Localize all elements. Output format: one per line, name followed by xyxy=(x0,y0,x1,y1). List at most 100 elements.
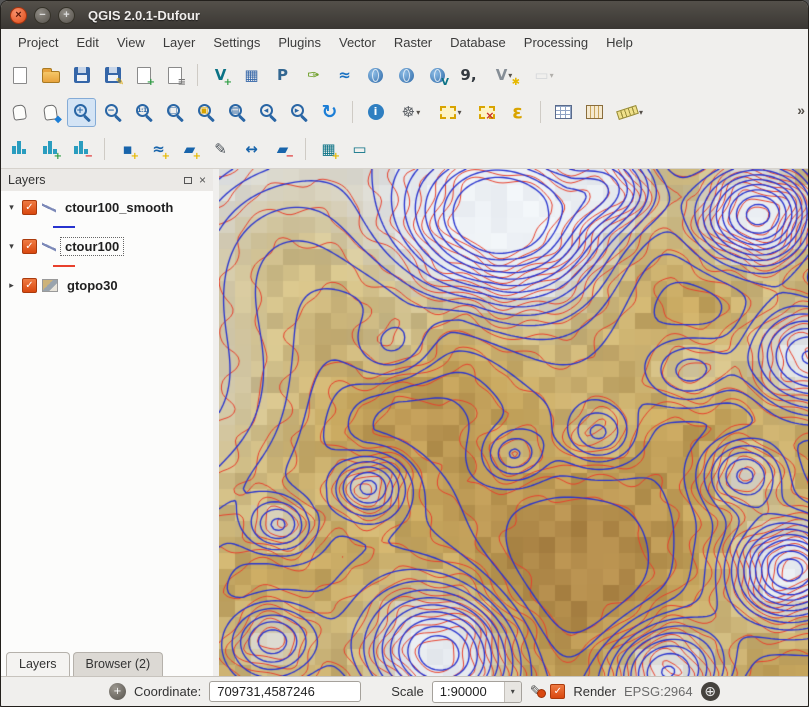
layer-visibility-checkbox[interactable]: ✓ xyxy=(22,200,37,215)
toolbar-separator xyxy=(305,138,306,160)
run-feature-action-dropdown[interactable]: ▾ xyxy=(416,108,420,117)
capture-line-button[interactable]: ≈+ xyxy=(144,135,173,164)
full-cumulative-cut-stretch-button[interactable]: + xyxy=(36,135,65,164)
close-panel-button[interactable]: × xyxy=(199,174,206,186)
menu-project[interactable]: Project xyxy=(9,31,67,54)
field-calculator-icon xyxy=(586,105,603,119)
layer-name-ctour100-smooth[interactable]: ctour100_smooth xyxy=(61,199,177,216)
titlebar[interactable]: × − + QGIS 2.0.1-Dufour xyxy=(1,1,808,29)
new-print-composer-button[interactable]: + xyxy=(129,61,158,90)
field-calculator-button[interactable] xyxy=(580,98,609,127)
measure-line-button[interactable]: ▾ xyxy=(611,98,649,127)
crs-status-icon[interactable]: ⊕ xyxy=(701,682,720,701)
measure-line-dropdown[interactable]: ▾ xyxy=(639,108,643,117)
add-raster-layer-button[interactable]: ▦ xyxy=(237,61,266,90)
add-mssql-layer-button[interactable]: ≈ xyxy=(330,61,359,90)
layer-row-gtopo30[interactable]: ▸ ✓ gtopo30 xyxy=(1,274,213,297)
stop-rendering-icon[interactable]: ✎ xyxy=(530,684,543,699)
layer-name-ctour100[interactable]: ctour100 xyxy=(61,238,123,255)
zoom-native-button[interactable]: 1:1 xyxy=(129,98,158,127)
expander-icon[interactable]: ▾ xyxy=(6,242,17,252)
layer-name-gtopo30[interactable]: gtopo30 xyxy=(63,277,122,294)
stretch-histogram-to-dataset-button[interactable]: − xyxy=(67,135,96,164)
layer-visibility-checkbox[interactable]: ✓ xyxy=(22,239,37,254)
pan-to-selection-button[interactable]: ◆ xyxy=(36,98,65,127)
delete-selected-button[interactable]: ▰− xyxy=(268,135,297,164)
zoom-in-button[interactable]: + xyxy=(67,98,96,127)
menu-settings[interactable]: Settings xyxy=(204,31,269,54)
menu-plugins[interactable]: Plugins xyxy=(269,31,330,54)
coordinate-input[interactable] xyxy=(209,681,361,702)
zoom-out-button[interactable]: − xyxy=(98,98,127,127)
menu-processing[interactable]: Processing xyxy=(515,31,597,54)
map-canvas[interactable] xyxy=(219,169,808,676)
capture-point-button[interactable]: ▪+ xyxy=(113,135,142,164)
render-checkbox[interactable]: ✓ xyxy=(550,684,565,699)
scale-combobox[interactable]: 1:90000 ▾ xyxy=(432,681,522,703)
menu-raster[interactable]: Raster xyxy=(385,31,441,54)
zoom-next-button[interactable]: ▸ xyxy=(284,98,313,127)
menu-database[interactable]: Database xyxy=(441,31,515,54)
move-feature-button[interactable]: ↔ xyxy=(237,135,266,164)
open-attribute-table-button[interactable] xyxy=(549,98,578,127)
window-maximize-button[interactable]: + xyxy=(58,7,75,24)
zoom-to-selection-button[interactable]: ▣ xyxy=(191,98,220,127)
mouse-coordinate-icon[interactable]: + xyxy=(109,683,126,700)
menu-view[interactable]: View xyxy=(108,31,154,54)
menu-edit[interactable]: Edit xyxy=(67,31,107,54)
save-project-as-button[interactable]: ✎ xyxy=(98,61,127,90)
identify-features-button[interactable] xyxy=(361,98,390,127)
select-features-button[interactable]: ▾ xyxy=(432,98,470,127)
add-spatialite-layer-button[interactable]: ✑ xyxy=(299,61,328,90)
scale-label: Scale xyxy=(391,684,424,699)
layer-visibility-checkbox[interactable]: ✓ xyxy=(22,278,37,293)
add-wms-layer-button[interactable] xyxy=(361,61,390,90)
float-panel-button[interactable] xyxy=(184,177,192,184)
select-by-expression-button[interactable]: ε xyxy=(503,98,532,127)
chevron-down-icon[interactable]: ▾ xyxy=(504,682,521,702)
add-postgis-layer-button[interactable]: P xyxy=(268,61,297,90)
add-wfs-layer-button[interactable]: V xyxy=(423,61,452,90)
capture-line-overlay-icon: + xyxy=(162,152,170,162)
grass-tools-button[interactable]: ▦+ xyxy=(314,135,343,164)
add-vector-layer-button[interactable]: V+ xyxy=(206,61,235,90)
deselect-features-button[interactable] xyxy=(472,98,501,127)
select-features-dropdown[interactable]: ▾ xyxy=(457,108,461,117)
refresh-map-icon: ↻ xyxy=(322,103,338,122)
save-project-button[interactable] xyxy=(67,61,96,90)
open-project-button[interactable] xyxy=(36,61,65,90)
window-close-button[interactable]: × xyxy=(10,7,27,24)
new-project-button[interactable] xyxy=(5,61,34,90)
capture-polygon-button[interactable]: ▰+ xyxy=(175,135,204,164)
grass-edit-region-button[interactable]: ▭ xyxy=(345,135,374,164)
toolbar-overflow-button[interactable]: » xyxy=(797,102,805,118)
menu-vector[interactable]: Vector xyxy=(330,31,385,54)
symbology-row xyxy=(1,258,213,274)
new-shapefile-layer-button[interactable]: V✱▾ xyxy=(485,61,523,90)
layer-row-ctour100[interactable]: ▾ ✓ ctour100 xyxy=(1,235,213,258)
refresh-map-button[interactable]: ↻ xyxy=(315,98,344,127)
zoom-full-button[interactable]: ▢ xyxy=(160,98,189,127)
composer-manager-button[interactable]: ≡ xyxy=(160,61,189,90)
zoom-to-layer-button[interactable]: ▤ xyxy=(222,98,251,127)
layer-row-ctour100-smooth[interactable]: ▾ ✓ ctour100_smooth xyxy=(1,196,213,219)
expander-icon[interactable]: ▾ xyxy=(6,203,17,213)
tab-layers[interactable]: Layers xyxy=(6,652,70,676)
menu-help[interactable]: Help xyxy=(597,31,642,54)
raster-layer-icon xyxy=(42,279,58,292)
menu-layer[interactable]: Layer xyxy=(154,31,205,54)
node-tool-button[interactable]: ✎ xyxy=(206,135,235,164)
window-title: QGIS 2.0.1-Dufour xyxy=(88,8,200,23)
add-wcs-layer-button[interactable] xyxy=(392,61,421,90)
toolbar-separator xyxy=(104,138,105,160)
tab-browser[interactable]: Browser (2) xyxy=(73,652,164,676)
expander-icon[interactable]: ▸ xyxy=(6,281,17,291)
add-delimited-text-layer-button[interactable]: 9, xyxy=(454,61,483,90)
local-cumulative-cut-stretch-button[interactable] xyxy=(5,135,34,164)
window-minimize-button[interactable]: − xyxy=(34,7,51,24)
run-feature-action-button[interactable]: ☸▾ xyxy=(392,98,430,127)
zoom-last-button[interactable]: ◂ xyxy=(253,98,282,127)
pan-map-button[interactable] xyxy=(5,98,34,127)
add-mssql-layer-icon: ≈ xyxy=(338,68,351,83)
new-layer-dropdown[interactable]: ▾ xyxy=(550,71,554,80)
